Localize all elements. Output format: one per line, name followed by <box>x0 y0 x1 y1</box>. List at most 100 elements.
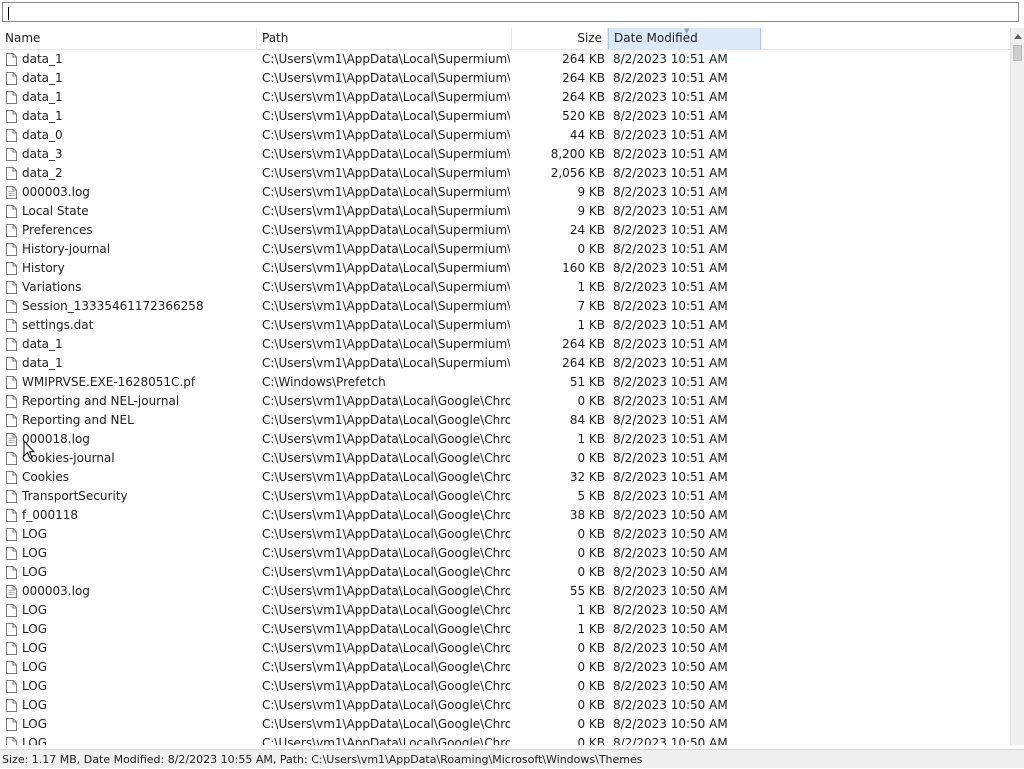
cell-size: 0 KB <box>577 527 605 541</box>
search-input[interactable] <box>2 2 1019 22</box>
table-row[interactable]: LOG C:\Users\vm1\AppData\Local\Google\Chr… <box>0 525 1010 544</box>
table-row[interactable]: LOG C:\Users\vm1\AppData\Local\Google\Chr… <box>0 544 1010 563</box>
cell-size: 0 KB <box>577 641 605 655</box>
table-row[interactable]: 000003.log C:\Users\vm1\AppData\Local\Goo… <box>0 582 1010 601</box>
cell-size: 0 KB <box>577 394 605 408</box>
table-row[interactable]: LOG C:\Users\vm1\AppData\Local\Google\Chr… <box>0 734 1010 745</box>
cell-name: Variations <box>22 280 82 294</box>
status-text: Size: 1.17 MB, Date Modified: 8/2/2023 1… <box>2 753 643 766</box>
cell-date-modified: 8/2/2023 10:51 AM <box>613 299 728 313</box>
table-row[interactable]: settings.dat C:\Users\vm1\AppData\Local\S… <box>0 316 1010 335</box>
file-icon <box>6 414 17 427</box>
table-row[interactable]: data_3 C:\Users\vm1\AppData\Local\Supermi… <box>0 145 1010 164</box>
cell-path: C:\Users\vm1\AppData\Local\Google\Chro..… <box>262 622 510 636</box>
cell-size: 1 KB <box>577 603 605 617</box>
table-row[interactable]: data_1 C:\Users\vm1\AppData\Local\Supermi… <box>0 69 1010 88</box>
table-row[interactable]: data_1 C:\Users\vm1\AppData\Local\Supermi… <box>0 50 1010 69</box>
cell-path: C:\Users\vm1\AppData\Local\Google\Chro..… <box>262 432 510 446</box>
file-icon <box>6 737 17 745</box>
cell-name: History-journal <box>22 242 111 256</box>
cell-date-modified: 8/2/2023 10:51 AM <box>613 318 728 332</box>
table-row[interactable]: data_1 C:\Users\vm1\AppData\Local\Supermi… <box>0 88 1010 107</box>
cell-name: History <box>22 261 65 275</box>
cell-size: 0 KB <box>577 679 605 693</box>
table-row[interactable]: data_0 C:\Users\vm1\AppData\Local\Supermi… <box>0 126 1010 145</box>
scrollbar-thumb[interactable] <box>1013 45 1022 61</box>
table-row[interactable]: LOG C:\Users\vm1\AppData\Local\Google\Chr… <box>0 563 1010 582</box>
table-row[interactable]: Local State C:\Users\vm1\AppData\Local\Su… <box>0 202 1010 221</box>
table-row[interactable]: Preferences C:\Users\vm1\AppData\Local\Su… <box>0 221 1010 240</box>
results-list[interactable]: data_1 C:\Users\vm1\AppData\Local\Supermi… <box>0 50 1010 745</box>
vertical-scrollbar[interactable] <box>1010 28 1024 745</box>
cell-name: data_1 <box>22 90 63 104</box>
cell-path: C:\Users\vm1\AppData\Local\Supermium\U..… <box>262 223 510 237</box>
cell-size: 0 KB <box>577 565 605 579</box>
table-row[interactable]: Session_13335461172366258 C:\Users\vm1\Ap… <box>0 297 1010 316</box>
file-icon <box>6 243 17 256</box>
table-row[interactable]: LOG C:\Users\vm1\AppData\Local\Google\Chr… <box>0 696 1010 715</box>
table-row[interactable]: Reporting and NEL C:\Users\vm1\AppData\Lo… <box>0 411 1010 430</box>
table-row[interactable]: data_2 C:\Users\vm1\AppData\Local\Supermi… <box>0 164 1010 183</box>
table-row[interactable]: LOG C:\Users\vm1\AppData\Local\Google\Chr… <box>0 639 1010 658</box>
cell-path: C:\Users\vm1\AppData\Local\Supermium\U..… <box>262 52 510 66</box>
table-row[interactable]: LOG C:\Users\vm1\AppData\Local\Google\Chr… <box>0 658 1010 677</box>
cell-date-modified: 8/2/2023 10:51 AM <box>613 71 728 85</box>
cell-name: LOG <box>22 641 48 655</box>
table-row[interactable]: LOG C:\Users\vm1\AppData\Local\Google\Chr… <box>0 601 1010 620</box>
cell-path: C:\Users\vm1\AppData\Local\Google\Chro..… <box>262 508 510 522</box>
cell-name: Reporting and NEL-journal <box>22 394 180 408</box>
table-row[interactable]: data_1 C:\Users\vm1\AppData\Local\Supermi… <box>0 335 1010 354</box>
file-icon <box>6 376 17 389</box>
search-box[interactable] <box>2 2 1021 24</box>
cell-path: C:\Users\vm1\AppData\Local\Supermium\U..… <box>262 242 510 256</box>
cell-name: WMIPRVSE.EXE-1628051C.pf <box>22 375 196 389</box>
column-header-date-modified[interactable]: ▼ Date Modified <box>608 28 761 49</box>
cell-path: C:\Users\vm1\AppData\Local\Google\Chro..… <box>262 451 510 465</box>
table-row[interactable]: Variations C:\Users\vm1\AppData\Local\Sup… <box>0 278 1010 297</box>
file-icon <box>6 91 17 104</box>
file-icon <box>6 357 17 370</box>
table-row[interactable]: 000003.log C:\Users\vm1\AppData\Local\Sup… <box>0 183 1010 202</box>
file-icon <box>6 129 17 142</box>
cell-date-modified: 8/2/2023 10:50 AM <box>613 698 728 712</box>
cell-path: C:\Users\vm1\AppData\Local\Google\Chro..… <box>262 641 510 655</box>
cell-date-modified: 8/2/2023 10:51 AM <box>613 356 728 370</box>
cell-name: data_2 <box>22 166 63 180</box>
table-row[interactable]: WMIPRVSE.EXE-1628051C.pf C:\Windows\Prefe… <box>0 373 1010 392</box>
table-row[interactable]: Cookies-journal C:\Users\vm1\AppData\Loca… <box>0 449 1010 468</box>
column-header-path[interactable]: Path <box>257 28 512 49</box>
table-row[interactable]: Reporting and NEL-journal C:\Users\vm1\Ap… <box>0 392 1010 411</box>
table-row[interactable]: data_1 C:\Users\vm1\AppData\Local\Supermi… <box>0 354 1010 373</box>
cell-name: Cookies <box>22 470 69 484</box>
cell-date-modified: 8/2/2023 10:50 AM <box>613 641 728 655</box>
scroll-up-arrow-icon[interactable] <box>1014 34 1022 39</box>
file-icon <box>6 509 17 522</box>
file-icon <box>6 566 17 579</box>
cell-name: LOG <box>22 565 48 579</box>
cell-name: data_1 <box>22 52 63 66</box>
table-row[interactable]: LOG C:\Users\vm1\AppData\Local\Google\Chr… <box>0 715 1010 734</box>
table-row[interactable]: 000018.log C:\Users\vm1\AppData\Local\Goo… <box>0 430 1010 449</box>
table-row[interactable]: History C:\Users\vm1\AppData\Local\Superm… <box>0 259 1010 278</box>
table-row[interactable]: LOG C:\Users\vm1\AppData\Local\Google\Chr… <box>0 620 1010 639</box>
table-row[interactable]: LOG C:\Users\vm1\AppData\Local\Google\Chr… <box>0 677 1010 696</box>
cell-size: 0 KB <box>577 660 605 674</box>
cell-path: C:\Users\vm1\AppData\Local\Supermium\U..… <box>262 356 510 370</box>
table-row[interactable]: f_000118 C:\Users\vm1\AppData\Local\Googl… <box>0 506 1010 525</box>
cell-name: LOG <box>22 679 48 693</box>
column-header-name[interactable]: Name <box>0 28 257 49</box>
cell-date-modified: 8/2/2023 10:50 AM <box>613 546 728 560</box>
table-row[interactable]: Cookies C:\Users\vm1\AppData\Local\Google… <box>0 468 1010 487</box>
table-row[interactable]: History-journal C:\Users\vm1\AppData\Loca… <box>0 240 1010 259</box>
table-row[interactable]: data_1 C:\Users\vm1\AppData\Local\Supermi… <box>0 107 1010 126</box>
cell-name: data_1 <box>22 356 63 370</box>
table-row[interactable]: TransportSecurity C:\Users\vm1\AppData\Lo… <box>0 487 1010 506</box>
cell-size: 9 KB <box>577 185 605 199</box>
cell-date-modified: 8/2/2023 10:51 AM <box>613 375 728 389</box>
cell-name: LOG <box>22 698 48 712</box>
file-icon <box>6 623 17 636</box>
file-icon <box>6 661 17 674</box>
file-icon <box>6 205 17 218</box>
column-header-size[interactable]: Size <box>512 28 608 49</box>
file-icon <box>6 148 17 161</box>
